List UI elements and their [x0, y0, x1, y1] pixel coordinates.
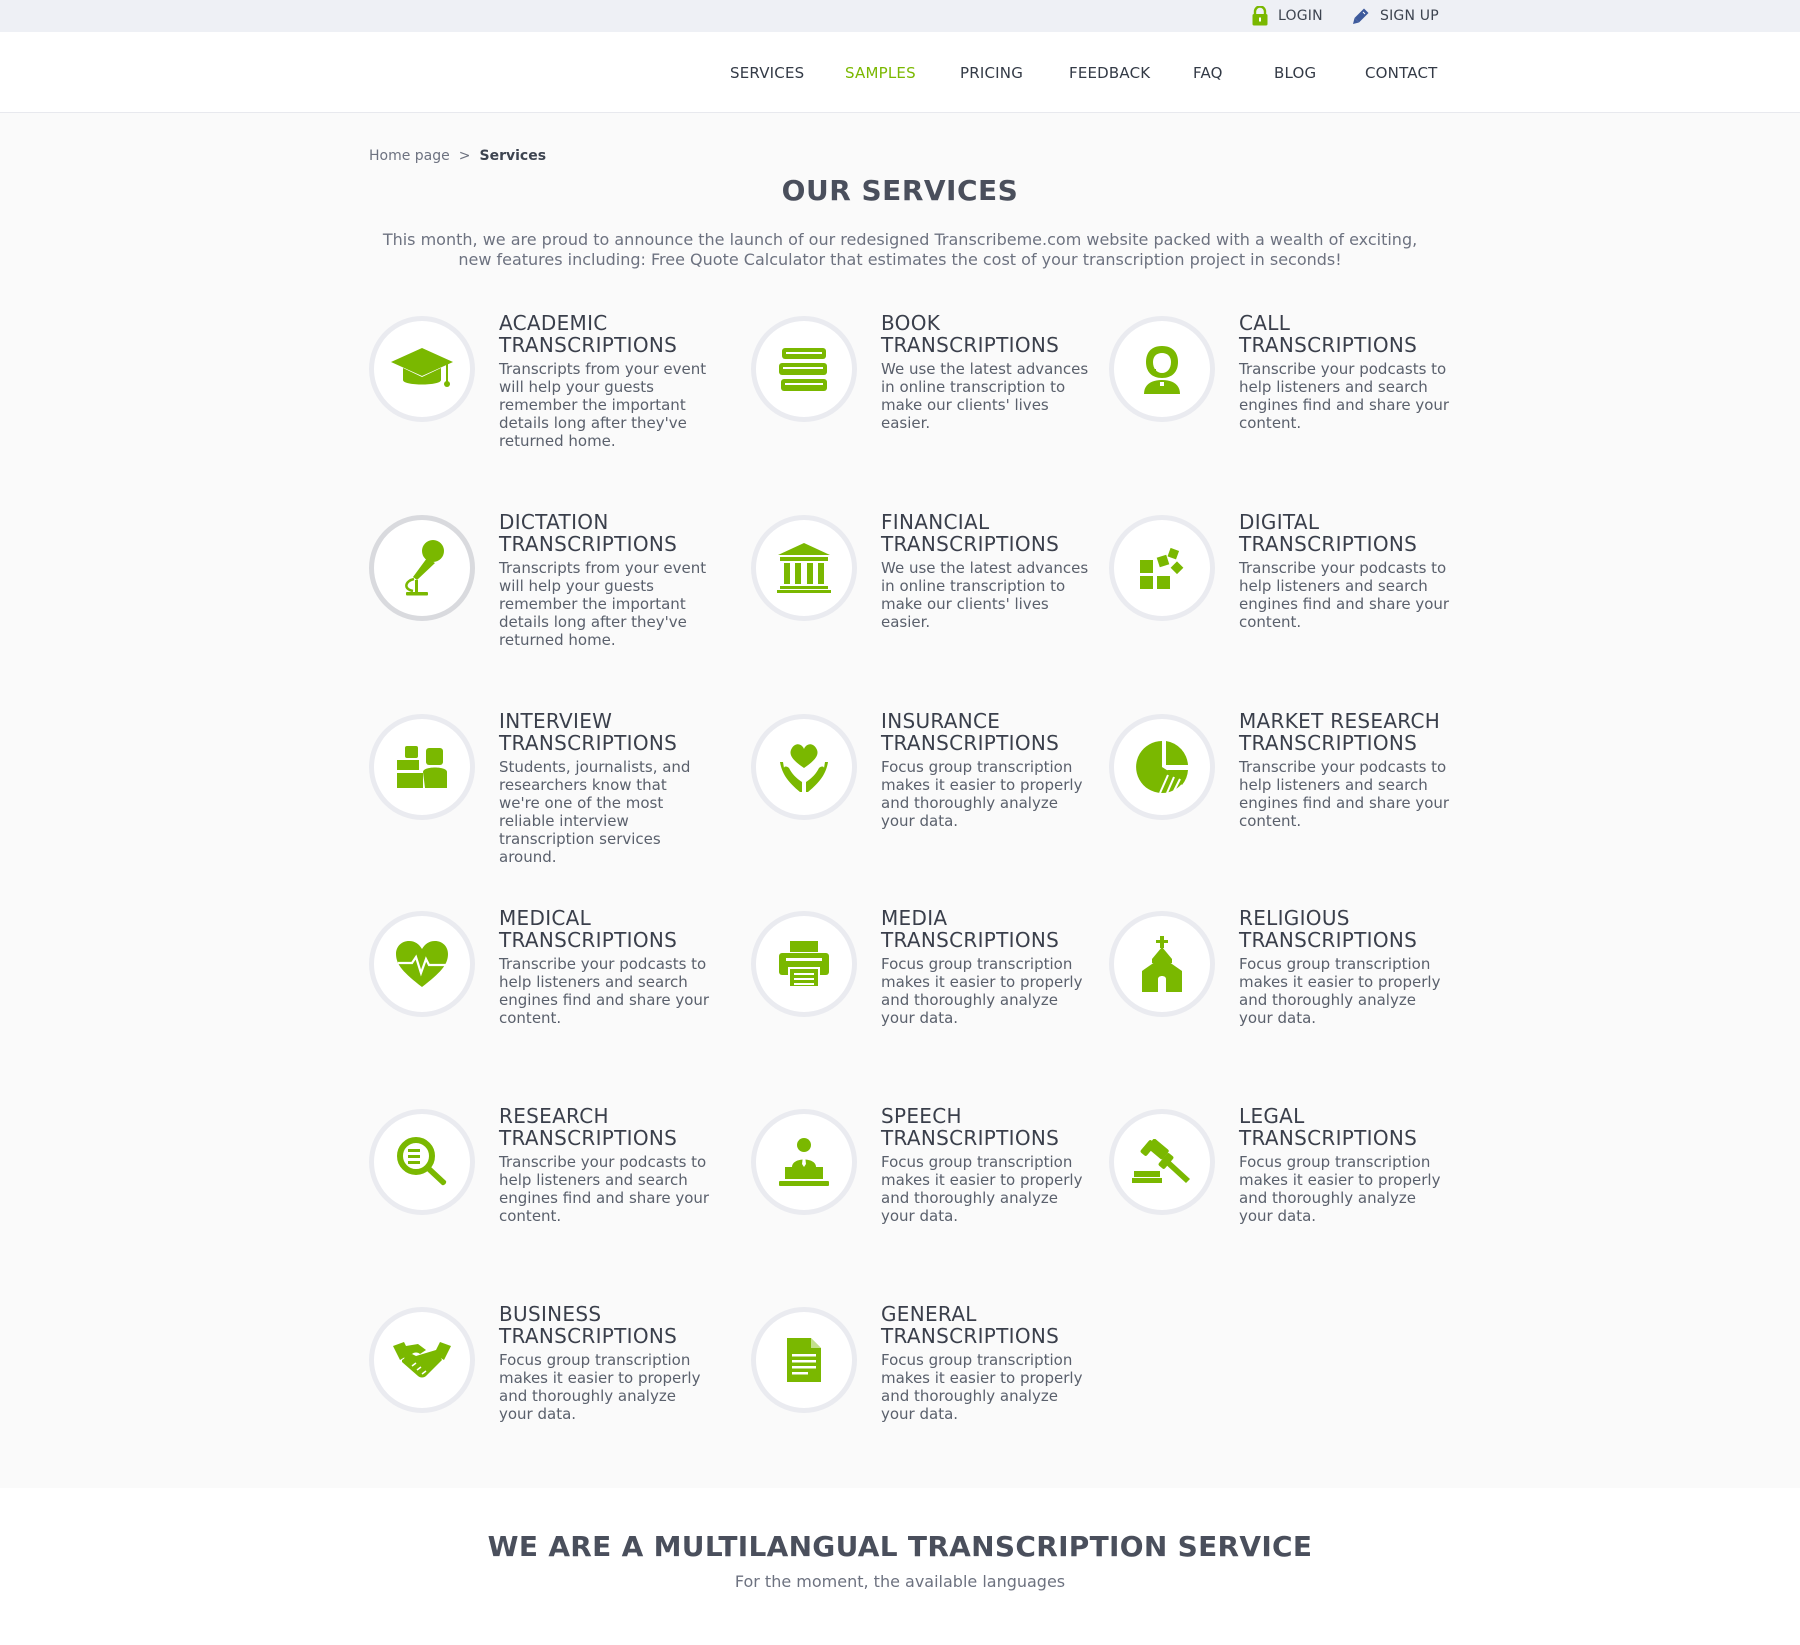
heart-hands-icon — [780, 744, 828, 792]
service-title: RESEARCH TRANSCRIPTIONS — [499, 1104, 678, 1150]
login-link[interactable]: LOGIN — [1252, 0, 1323, 32]
service-title: FINANCIAL TRANSCRIPTIONS — [881, 510, 1060, 556]
service-icon-circle — [751, 1307, 857, 1413]
multilingual-subtitle: For the moment, the available languages — [734, 1572, 1066, 1591]
service-description: Focus group transcription makes it easie… — [881, 758, 1083, 830]
login-label: LOGIN — [1278, 8, 1323, 24]
breadcrumb-home[interactable]: Home page — [369, 148, 450, 164]
microphone-icon — [405, 540, 444, 596]
service-description: Focus group transcription makes it easie… — [881, 955, 1083, 1027]
service-title: CALL TRANSCRIPTIONS — [1239, 311, 1418, 357]
service-description: Students, journalists, and researchers k… — [499, 758, 691, 866]
service-title: DIGITAL TRANSCRIPTIONS — [1239, 510, 1418, 556]
breadcrumb-separator: > — [458, 148, 471, 164]
nav-contact[interactable]: CONTACT — [1365, 32, 1438, 114]
graduation-cap-icon — [391, 348, 453, 387]
church-icon — [1142, 936, 1182, 992]
service-description: Focus group transcription makes it easie… — [881, 1351, 1083, 1423]
service-description: Focus group transcription makes it easie… — [881, 1153, 1083, 1225]
pen-icon — [1353, 8, 1369, 24]
service-description: Transcribe your podcasts to help listene… — [1239, 758, 1450, 830]
nav-services[interactable]: SERVICES — [730, 32, 804, 114]
nav-samples[interactable]: SAMPLES — [845, 32, 916, 114]
service-icon-circle — [369, 1109, 475, 1215]
service-description: Transcribe your podcasts to help listene… — [499, 1153, 710, 1225]
service-icon-circle — [751, 515, 857, 621]
intro-text: This month, we are proud to announce the… — [382, 230, 1418, 269]
service-icon-circle — [369, 515, 475, 621]
multilingual-title: WE ARE A MULTILANGUAL TRANSCRIPTION SERV… — [487, 1530, 1313, 1563]
service-icon-circle — [369, 911, 475, 1017]
printer-icon — [779, 941, 829, 988]
service-description: Focus group transcription makes it easie… — [1239, 1153, 1441, 1225]
service-title: MARKET RESEARCH TRANSCRIPTIONS — [1239, 709, 1441, 755]
nav-blog[interactable]: BLOG — [1274, 32, 1316, 114]
books-icon — [779, 348, 827, 391]
service-icon-circle — [1109, 515, 1215, 621]
top-utility-bar: LOGIN SIGN UP — [0, 0, 1800, 32]
breadcrumb-current: Services — [479, 148, 547, 164]
service-title: BOOK TRANSCRIPTIONS — [881, 311, 1060, 357]
service-title: MEDIA TRANSCRIPTIONS — [881, 906, 1060, 952]
service-icon-circle — [1109, 1109, 1215, 1215]
call-operator-icon — [1144, 346, 1180, 394]
service-icon-circle — [369, 316, 475, 422]
service-icon-circle — [1109, 316, 1215, 422]
service-description: Transcribe your podcasts to help listene… — [1239, 559, 1450, 631]
magnifier-icon — [397, 1137, 447, 1186]
service-description: Transcripts from your event will help yo… — [499, 360, 707, 450]
service-icon-circle — [751, 316, 857, 422]
signup-label: SIGN UP — [1380, 8, 1439, 24]
nav-feedback[interactable]: FEEDBACK — [1069, 32, 1150, 114]
service-title: DICTATION TRANSCRIPTIONS — [499, 510, 678, 556]
service-icon-circle — [751, 714, 857, 820]
nav-pricing[interactable]: PRICING — [960, 32, 1023, 114]
gavel-icon — [1132, 1139, 1190, 1183]
service-title: ACADEMIC TRANSCRIPTIONS — [499, 311, 678, 357]
service-title: INSURANCE TRANSCRIPTIONS — [881, 709, 1060, 755]
podium-speaker-icon — [779, 1138, 829, 1186]
service-title: RELIGIOUS TRANSCRIPTIONS — [1239, 906, 1418, 952]
service-icon-circle — [751, 911, 857, 1017]
handshake-icon — [393, 1342, 451, 1378]
service-title: MEDICAL TRANSCRIPTIONS — [499, 906, 678, 952]
bank-icon — [777, 543, 831, 593]
service-description: We use the latest advances in online tra… — [881, 360, 1089, 432]
service-icon-circle — [1109, 714, 1215, 820]
nav-faq[interactable]: FAQ — [1193, 32, 1223, 114]
service-icon-circle — [1109, 911, 1215, 1017]
digital-blocks-icon — [1140, 547, 1184, 589]
service-title: INTERVIEW TRANSCRIPTIONS — [499, 709, 678, 755]
service-description: Transcripts from your event will help yo… — [499, 559, 707, 649]
multilingual-section — [0, 1488, 1800, 1645]
service-icon-circle — [369, 1307, 475, 1413]
service-title: SPEECH TRANSCRIPTIONS — [881, 1104, 1060, 1150]
service-description: Transcribe your podcasts to help listene… — [499, 955, 710, 1027]
service-description: Focus group transcription makes it easie… — [1239, 955, 1441, 1027]
pie-chart-icon — [1136, 741, 1188, 794]
page-title: OUR SERVICES — [781, 174, 1019, 207]
service-description: We use the latest advances in online tra… — [881, 559, 1089, 631]
service-icon-circle — [751, 1109, 857, 1215]
lock-icon — [1252, 6, 1268, 26]
service-title: LEGAL TRANSCRIPTIONS — [1239, 1104, 1418, 1150]
signup-link[interactable]: SIGN UP — [1352, 0, 1439, 32]
service-icon-circle — [369, 714, 475, 820]
service-description: Transcribe your podcasts to help listene… — [1239, 360, 1450, 432]
service-description: Focus group transcription makes it easie… — [499, 1351, 701, 1423]
service-title: GENERAL TRANSCRIPTIONS — [881, 1302, 1060, 1348]
heartbeat-icon — [396, 941, 448, 987]
document-icon — [787, 1338, 821, 1382]
service-title: BUSINESS TRANSCRIPTIONS — [499, 1302, 678, 1348]
interview-icon — [397, 746, 447, 788]
breadcrumb: Home page > Services — [369, 144, 546, 168]
